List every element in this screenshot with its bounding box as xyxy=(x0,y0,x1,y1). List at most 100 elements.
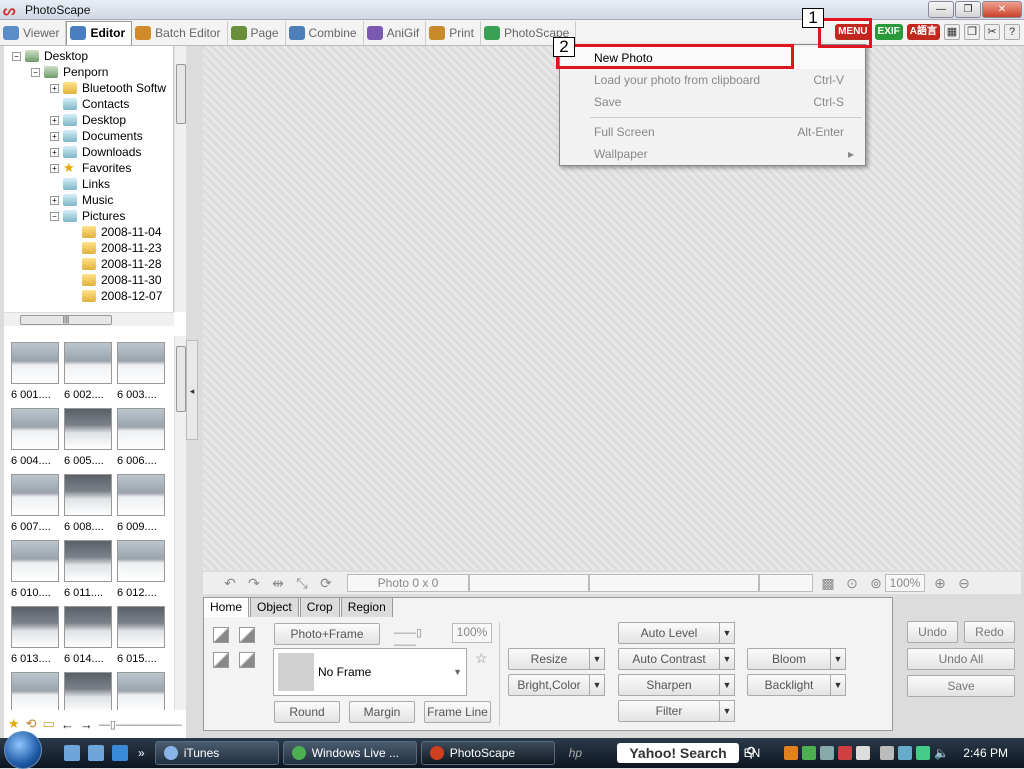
thumbnail-item[interactable]: 6 004.... xyxy=(11,408,61,467)
expander-icon[interactable]: − xyxy=(50,211,59,221)
backlight-dropdown[interactable]: ▼ xyxy=(830,674,846,696)
tray-device-icon[interactable] xyxy=(856,746,871,760)
menu-item-load-clipboard[interactable]: Load your photo from clipboard Ctrl-V xyxy=(561,69,864,91)
undo-all-button[interactable]: Undo All xyxy=(907,648,1015,670)
thumbnail-item[interactable]: 6 011.... xyxy=(64,540,114,599)
resize-button[interactable]: Resize xyxy=(508,648,590,670)
tray-messenger-icon[interactable] xyxy=(802,746,817,760)
favorite-star-icon[interactable]: ★ xyxy=(8,716,20,732)
tab-crop[interactable]: Crop xyxy=(299,597,340,617)
copy-icon[interactable]: ❐ xyxy=(964,24,980,40)
zoom-fit-icon[interactable]: ⊙ xyxy=(843,574,861,592)
tab-print[interactable]: Print xyxy=(426,20,481,45)
crop-tool-icon[interactable] xyxy=(213,627,229,643)
tree-item[interactable]: + Music xyxy=(50,192,113,208)
thumbnail-scroll-thumb[interactable] xyxy=(176,346,186,412)
tree-item[interactable]: + ★ Favorites xyxy=(50,160,131,176)
switch-windows-icon[interactable] xyxy=(88,745,104,761)
thumbnail-item[interactable]: 6 013.... xyxy=(11,606,61,665)
taskbar-item-itunes[interactable]: iTunes xyxy=(154,741,279,765)
rotate-left-icon[interactable]: ↶ xyxy=(221,574,239,592)
tree-item[interactable]: − Pictures xyxy=(50,208,125,224)
tab-editor[interactable]: Editor xyxy=(66,20,133,45)
expander-icon[interactable]: − xyxy=(12,51,21,61)
expander-icon[interactable]: + xyxy=(50,195,59,205)
tools-icon[interactable]: ✂ xyxy=(984,24,1000,40)
tray-update-icon[interactable] xyxy=(916,746,931,760)
frame-line-button[interactable]: Frame Line xyxy=(424,701,491,723)
taskbar-item-photoscape[interactable]: PhotoScape xyxy=(420,741,555,765)
tree-item[interactable]: 2008-12-07 xyxy=(69,288,162,304)
backlight-button[interactable]: Backlight xyxy=(747,674,831,696)
tab-combine[interactable]: Combine xyxy=(286,20,364,45)
round-button[interactable]: Round xyxy=(274,701,340,723)
tree-item[interactable]: 2008-11-28 xyxy=(69,256,162,272)
auto-level-button[interactable]: Auto Level xyxy=(618,622,720,644)
tree-item[interactable]: + Bluetooth Softw xyxy=(50,80,166,96)
panel-splitter-handle[interactable]: ◂ xyxy=(186,340,198,440)
tab-page[interactable]: Page xyxy=(228,20,286,45)
tree-item[interactable]: + Desktop xyxy=(50,112,126,128)
tree-item[interactable]: Contacts xyxy=(50,96,129,112)
close-button[interactable]: ✕ xyxy=(982,1,1022,18)
maximize-button[interactable]: ❐ xyxy=(955,1,981,18)
show-desktop-icon[interactable] xyxy=(64,745,80,761)
resize-dropdown[interactable]: ▼ xyxy=(589,648,605,670)
tray-users-icon[interactable] xyxy=(820,746,835,760)
menu-item-full-screen[interactable]: Full Screen Alt-Enter xyxy=(561,121,864,143)
thumbnail-item[interactable] xyxy=(64,672,114,710)
edit-tool-icon[interactable] xyxy=(239,627,255,643)
back-arrow-icon[interactable]: ← xyxy=(61,717,74,732)
internet-explorer-icon[interactable] xyxy=(112,745,128,761)
tray-power-icon[interactable] xyxy=(880,746,895,760)
photo-frame-button[interactable]: Photo+Frame xyxy=(274,623,380,645)
tree-item[interactable]: 2008-11-23 xyxy=(69,240,162,256)
margin-button[interactable]: Margin xyxy=(349,701,415,723)
flip-icon[interactable]: ⇹ xyxy=(269,574,287,592)
menu-item-save[interactable]: Save Ctrl-S xyxy=(561,91,864,113)
clock[interactable]: 2:46 PM xyxy=(963,746,1008,760)
yahoo-search-box[interactable]: Yahoo! Search xyxy=(617,743,739,763)
start-button[interactable] xyxy=(4,731,42,769)
tab-home[interactable]: Home xyxy=(203,597,250,617)
tray-security-icon[interactable] xyxy=(838,746,853,760)
auto-level-dropdown[interactable]: ▼ xyxy=(719,622,735,644)
tree-hscroll-thumb[interactable]: ||| xyxy=(20,315,112,325)
bloom-button[interactable]: Bloom xyxy=(747,648,831,670)
tree-item[interactable]: − Desktop xyxy=(12,48,88,64)
favorite-frame-star-icon[interactable]: ☆ xyxy=(475,650,488,667)
zoom-actual-icon[interactable]: ⊚ xyxy=(867,574,885,592)
tab-anigif[interactable]: AniGif xyxy=(364,20,427,45)
undo-button[interactable]: Undo xyxy=(907,621,958,643)
thumbnail-item[interactable]: 6 012.... xyxy=(117,540,167,599)
sharpen-dropdown[interactable]: ▼ xyxy=(719,674,735,696)
sharpen-button[interactable]: Sharpen xyxy=(618,674,720,696)
tree-item[interactable]: 2008-11-04 xyxy=(69,224,162,240)
thumbnail-item[interactable]: 6 014.... xyxy=(64,606,114,665)
thumbnail-item[interactable]: 6 001.... xyxy=(11,342,61,401)
tab-batch-editor[interactable]: Batch Editor xyxy=(132,20,228,45)
tree-scroll-thumb[interactable] xyxy=(176,64,186,124)
language-indicator[interactable]: EN xyxy=(744,746,761,760)
tree-vertical-scrollbar[interactable] xyxy=(174,46,186,312)
slideshow-icon[interactable]: ▦ xyxy=(944,24,960,40)
volume-icon[interactable]: 🔈 xyxy=(934,746,949,760)
mask-tool-icon[interactable] xyxy=(213,652,229,668)
quicklaunch-more-icon[interactable]: » xyxy=(138,746,145,760)
forward-arrow-icon[interactable]: → xyxy=(80,717,93,732)
thumbnail-item[interactable]: 6 009.... xyxy=(117,474,167,533)
filter-button[interactable]: Filter xyxy=(618,700,720,722)
open-folder-icon[interactable]: ▭ xyxy=(43,716,55,732)
expander-icon[interactable]: + xyxy=(50,83,59,93)
tree-horizontal-scrollbar[interactable]: ||| xyxy=(4,312,174,326)
rotate-right-icon[interactable]: ↷ xyxy=(245,574,263,592)
thumbnail-item[interactable] xyxy=(11,672,61,710)
auto-contrast-dropdown[interactable]: ▼ xyxy=(719,648,735,670)
thumbnail-item[interactable]: 6 002.... xyxy=(64,342,114,401)
zoom-in-icon[interactable]: ⊕ xyxy=(931,574,949,592)
menu-item-wallpaper[interactable]: Wallpaper ▸ xyxy=(561,143,864,165)
exif-button[interactable]: EXIF xyxy=(874,24,903,40)
bloom-dropdown[interactable]: ▼ xyxy=(830,648,846,670)
expander-icon[interactable]: − xyxy=(31,67,40,77)
tab-region[interactable]: Region xyxy=(340,597,393,617)
